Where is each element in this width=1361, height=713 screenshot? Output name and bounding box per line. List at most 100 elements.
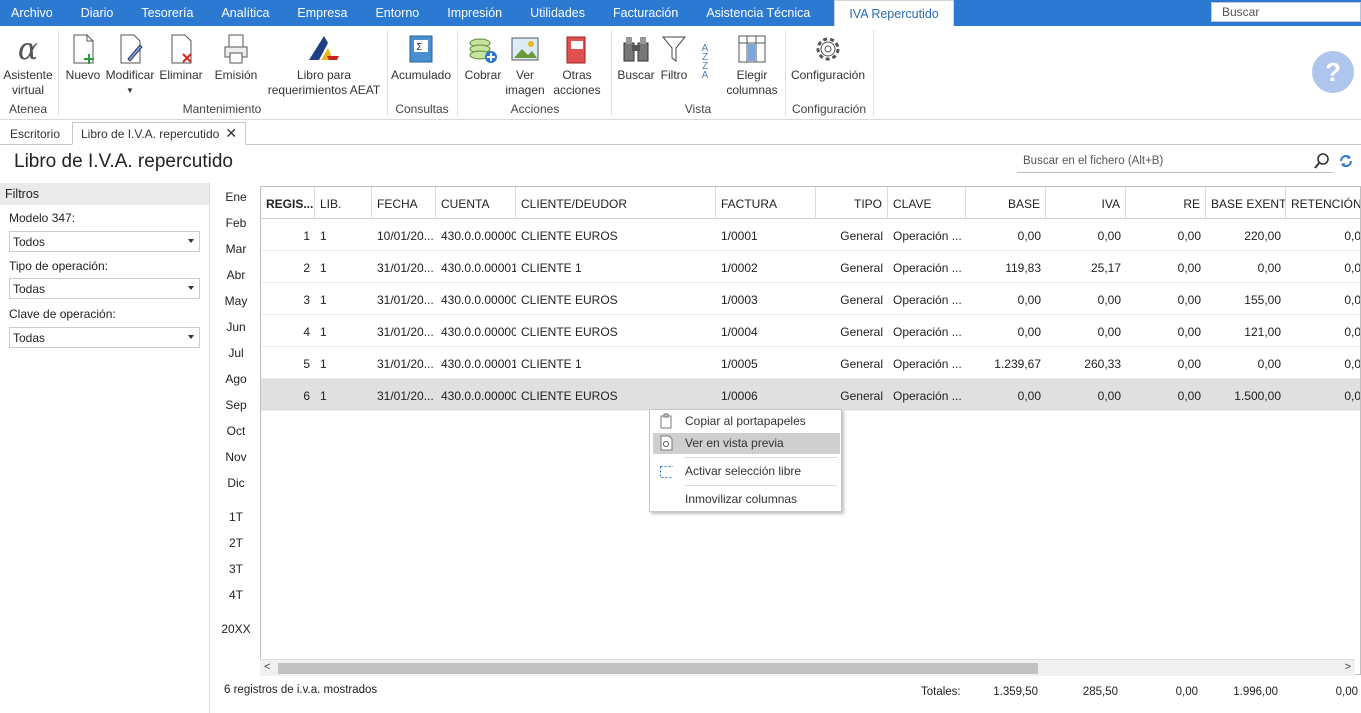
month-1[interactable]: Feb xyxy=(218,216,254,230)
group-consultas: Consultas xyxy=(395,102,449,116)
svg-text:Σ: Σ xyxy=(416,42,422,53)
top-search-input[interactable]: Buscar xyxy=(1211,2,1361,22)
ctx-copiar[interactable]: Copiar al portapapeles xyxy=(653,411,840,432)
horizontal-scrollbar[interactable]: < > xyxy=(260,659,1355,676)
quarter-0[interactable]: 1T xyxy=(218,510,254,524)
month-9[interactable]: Oct xyxy=(218,424,254,438)
column-header[interactable]: RETENCIÓN xyxy=(1286,187,1360,219)
libro-aeat-button[interactable]: Libro para requerimientos AEAT xyxy=(268,32,380,98)
scroll-left-icon[interactable]: < xyxy=(264,661,270,673)
column-header[interactable]: IVA xyxy=(1046,187,1126,219)
month-0[interactable]: Ene xyxy=(218,190,254,204)
acumulado-button[interactable]: Σ Acumulado xyxy=(391,32,451,83)
help-icon[interactable]: ? xyxy=(1312,51,1354,93)
quarter-2[interactable]: 3T xyxy=(218,562,254,576)
table-cell: 0,00 xyxy=(1177,261,1201,275)
table-cell: 430.0.0.00000 xyxy=(441,293,516,307)
elegir-columnas-button[interactable]: Elegir columnas xyxy=(726,32,778,98)
column-header[interactable]: BASE xyxy=(966,187,1046,219)
emision-button[interactable]: Emisión xyxy=(214,32,258,83)
scrollbar-thumb[interactable] xyxy=(278,663,1038,674)
delete-document-icon xyxy=(164,32,198,66)
table-cell: 1/0005 xyxy=(721,357,758,371)
menu-8[interactable]: Facturación xyxy=(599,0,692,26)
column-header[interactable]: REGIS... xyxy=(261,187,315,219)
menu-9[interactable]: Asistencia Técnica xyxy=(692,0,824,26)
month-7[interactable]: Ago xyxy=(218,372,254,386)
month-4[interactable]: May xyxy=(218,294,254,308)
column-header[interactable]: CUENTA xyxy=(436,187,516,219)
ribbon: α Asistente virtual Nuevo Modificar ▼ El… xyxy=(0,26,1361,120)
month-8[interactable]: Sep xyxy=(218,398,254,412)
ctx-inmovilizar[interactable]: Inmovilizar columnas xyxy=(653,489,840,510)
menu-10[interactable]: IVA Repercutido xyxy=(834,0,954,26)
scroll-right-icon[interactable]: > xyxy=(1345,661,1351,673)
table-row[interactable]: 1 1 10/01/20... 430.0.0.00000 CLIENTE EUROS 1… xyxy=(261,219,1360,251)
filtro-button[interactable]: Filtro xyxy=(658,32,690,83)
ctx-seleccion-libre[interactable]: Activar selección libre xyxy=(653,461,840,482)
column-header[interactable]: TIPO xyxy=(816,187,888,219)
table-row[interactable]: 6 1 31/01/20... 430.0.0.00000 CLIENTE EUROS 1… xyxy=(261,379,1360,411)
menu-4[interactable]: Empresa xyxy=(283,0,361,26)
menu-0[interactable]: Archivo xyxy=(0,0,67,26)
cobrar-button[interactable]: Cobrar xyxy=(464,32,502,83)
month-10[interactable]: Nov xyxy=(218,450,254,464)
buscar-button[interactable]: Buscar xyxy=(617,32,655,83)
table-cell: 1.239,67 xyxy=(994,357,1041,371)
month-3[interactable]: Abr xyxy=(218,268,254,282)
column-header[interactable]: FACTURA xyxy=(716,187,816,219)
modificar-button[interactable]: Modificar ▼ xyxy=(104,32,156,98)
table-cell: General xyxy=(840,229,883,243)
table-cell: 3 xyxy=(303,293,310,307)
clave-select[interactable]: Todas xyxy=(9,327,200,348)
ctx-vista-previa[interactable]: Ver en vista previa xyxy=(653,433,840,454)
menu-7[interactable]: Utilidades xyxy=(516,0,599,26)
tipo-select[interactable]: Todas xyxy=(9,278,200,299)
nuevo-button[interactable]: Nuevo xyxy=(65,32,101,83)
table-row[interactable]: 3 1 31/01/20... 430.0.0.00000 CLIENTE EUROS 1… xyxy=(261,283,1360,315)
close-icon[interactable]: ✕ xyxy=(225,125,237,142)
quarter-3[interactable]: 4T xyxy=(218,588,254,602)
menu-6[interactable]: Impresión xyxy=(433,0,516,26)
sort-icon[interactable]: AZZA xyxy=(696,44,714,82)
table-cell: 0,0 xyxy=(1344,325,1361,339)
month-11[interactable]: Dic xyxy=(218,476,254,490)
refresh-icon[interactable] xyxy=(1338,153,1354,172)
month-5[interactable]: Jun xyxy=(218,320,254,334)
year-selector[interactable]: 20XX xyxy=(218,622,254,636)
table-cell: 155,00 xyxy=(1244,293,1281,307)
column-header[interactable]: CLAVE xyxy=(888,187,966,219)
configuracion-button[interactable]: Configuración xyxy=(789,32,867,83)
table-cell: 0,00 xyxy=(1177,357,1201,371)
table-cell: 0,00 xyxy=(1097,389,1121,403)
grid-header: REGIS... LIB. FECHA CUENTA CLIENTE/DEUDOR FAC… xyxy=(261,187,1360,219)
eliminar-button[interactable]: Eliminar xyxy=(159,32,203,83)
column-header[interactable]: LIB. xyxy=(315,187,372,219)
column-header[interactable]: BASE EXENTA xyxy=(1206,187,1286,219)
menu-3[interactable]: Analítica xyxy=(207,0,283,26)
menu-5[interactable]: Entorno xyxy=(361,0,433,26)
month-2[interactable]: Mar xyxy=(218,242,254,256)
column-header[interactable]: RE xyxy=(1126,187,1206,219)
table-cell: 1 xyxy=(320,389,327,403)
table-row[interactable]: 5 1 31/01/20... 430.0.0.00001 CLIENTE 1 1/000… xyxy=(261,347,1360,379)
menu-2[interactable]: Tesorería xyxy=(127,0,207,26)
file-search-input[interactable]: Buscar en el fichero (Alt+B) xyxy=(1017,151,1333,173)
column-header[interactable]: FECHA xyxy=(372,187,436,219)
otras-acciones-button[interactable]: Otras acciones xyxy=(549,32,605,98)
modelo-select[interactable]: Todos xyxy=(9,231,200,252)
quarter-1[interactable]: 2T xyxy=(218,536,254,550)
asistente-virtual-button[interactable]: α Asistente virtual xyxy=(3,32,52,98)
ver-imagen-button[interactable]: Ver imagen xyxy=(505,32,545,98)
month-6[interactable]: Jul xyxy=(218,346,254,360)
table-row[interactable]: 2 1 31/01/20... 430.0.0.00001 CLIENTE 1 1/000… xyxy=(261,251,1361,283)
group-acciones: Acciones xyxy=(510,102,560,116)
tab-libro-iva[interactable]: Libro de I.V.A. repercutido ✕ xyxy=(72,122,247,145)
column-header[interactable]: CLIENTE/DEUDOR xyxy=(516,187,716,219)
menu-1[interactable]: Diario xyxy=(67,0,128,26)
table-row[interactable]: 4 1 31/01/20... 430.0.0.00000 CLIENTE EUROS 1… xyxy=(261,315,1361,347)
search-icon[interactable] xyxy=(1314,153,1330,172)
tab-escritorio[interactable]: Escritorio xyxy=(2,122,68,145)
table-cell: 0,0 xyxy=(1344,261,1361,275)
total-re: 0,00 xyxy=(1175,686,1198,698)
